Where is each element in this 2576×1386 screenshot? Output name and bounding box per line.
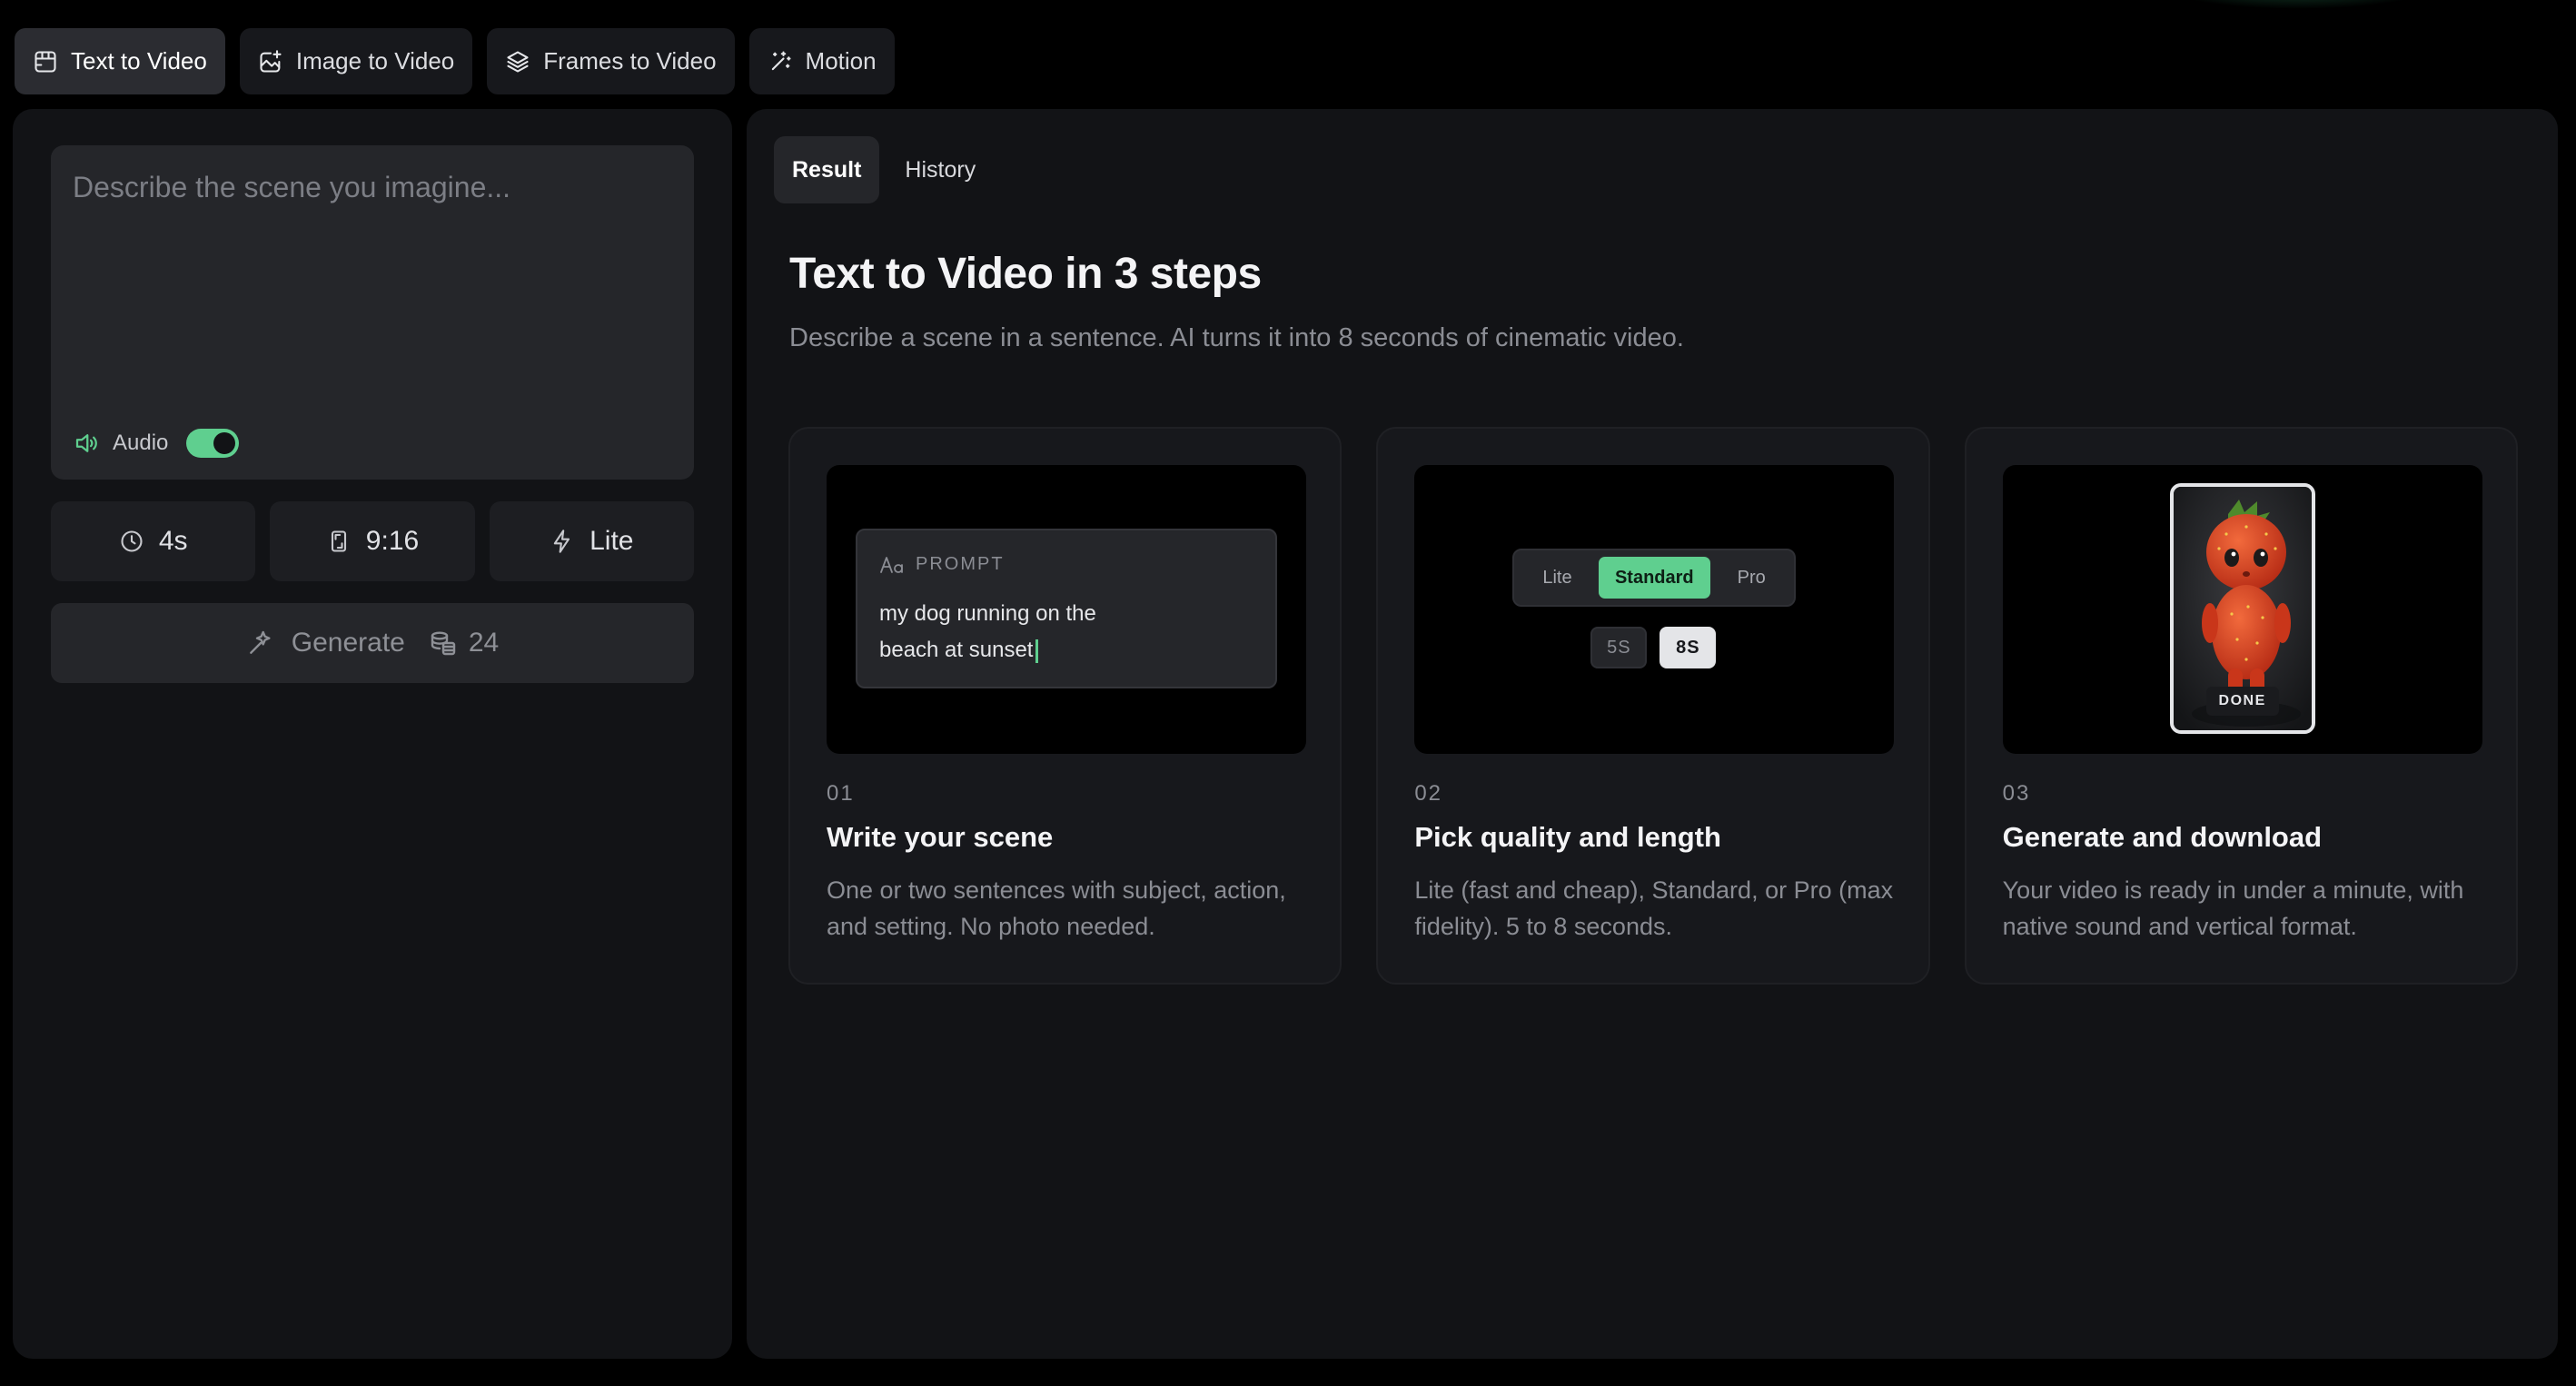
- step-number: 01: [827, 781, 855, 806]
- step-card-generate: DONE 03 Generate and download Your video…: [1964, 427, 2518, 985]
- prompt-input[interactable]: [73, 171, 672, 389]
- quality-option-pro: Pro: [1737, 567, 1766, 588]
- step-preview: DONE: [2002, 465, 2482, 754]
- tab-frames-to-video[interactable]: Frames to Video: [487, 28, 735, 94]
- tab-text-to-video[interactable]: Text to Video: [15, 28, 225, 94]
- done-badge: DONE: [2205, 687, 2279, 716]
- step-preview: PROMPT my dog running on the beach at su…: [827, 465, 1306, 754]
- clock-icon: [119, 529, 144, 554]
- tab-label: Image to Video: [295, 47, 455, 74]
- mode-tabs: Text to Video Image to Video Frames to V…: [15, 28, 895, 94]
- tab-label: Text to Video: [71, 47, 207, 74]
- quality-segmented-control: Lite Standard Pro: [1512, 549, 1797, 607]
- audio-toggle[interactable]: [186, 429, 240, 458]
- duration-value: 4s: [158, 526, 188, 556]
- length-options: 5S 8S: [1590, 627, 1717, 668]
- lightning-icon: [550, 529, 575, 554]
- prompt-preview-label: PROMPT: [879, 554, 1005, 575]
- step-number: 03: [2002, 781, 2031, 806]
- composer-panel: Audio 4s 9:16: [13, 109, 732, 1359]
- step-description: Lite (fast and cheap), Standard, or Pro …: [1414, 876, 1894, 940]
- quality-option-lite: Lite: [1542, 567, 1572, 588]
- prompt-preview-text: my dog running on the beach at sunset: [879, 596, 1152, 668]
- generate-button[interactable]: Generate 24: [51, 603, 694, 683]
- phone-preview: DONE: [2169, 483, 2315, 734]
- page-subtitle: Describe a scene in a sentence. AI turns…: [789, 323, 1684, 352]
- tab-label: Frames to Video: [543, 47, 717, 74]
- speaker-icon: [73, 430, 100, 457]
- step-title: Pick quality and length: [1414, 821, 1721, 853]
- text-caret: [1035, 639, 1039, 663]
- step-description: Your video is ready in under a minute, w…: [2002, 876, 2464, 940]
- prompt-sample: my dog running on the beach at sunset: [879, 601, 1096, 662]
- aspect-ratio-button[interactable]: 9:16: [270, 501, 475, 581]
- tab-label: Motion: [805, 47, 877, 74]
- prompt-box: Audio: [51, 145, 694, 480]
- length-option-8s: 8S: [1660, 627, 1717, 668]
- step-card-quality: Lite Standard Pro 5S 8S 02 Pick quality …: [1376, 427, 1930, 985]
- film-icon: [33, 49, 58, 74]
- step-card-write: PROMPT my dog running on the beach at su…: [788, 427, 1342, 985]
- audio-label: Audio: [113, 431, 169, 455]
- image-plus-icon: [258, 49, 283, 74]
- page-title: Text to Video in 3 steps: [789, 250, 1262, 298]
- tab-history[interactable]: History: [887, 136, 994, 203]
- layers-icon: [505, 49, 530, 74]
- duration-button[interactable]: 4s: [51, 501, 256, 581]
- magic-wand-icon: [768, 49, 793, 74]
- tab-motion[interactable]: Motion: [748, 28, 895, 94]
- quality-value: Lite: [590, 526, 634, 556]
- step-title: Generate and download: [2002, 821, 2323, 853]
- sparkle-icon: [246, 629, 275, 658]
- step-preview: Lite Standard Pro 5S 8S: [1414, 465, 1895, 754]
- options-row: 4s 9:16 Lite: [51, 501, 694, 581]
- audio-row: Audio: [73, 429, 240, 458]
- step-title: Write your scene: [827, 821, 1054, 853]
- generate-label: Generate: [291, 628, 405, 658]
- credits-value: 24: [468, 628, 500, 658]
- length-option-5s: 5S: [1590, 627, 1648, 668]
- prompt-preview: PROMPT my dog running on the beach at su…: [856, 529, 1277, 688]
- view-tabs: Result History: [774, 136, 994, 203]
- steps: PROMPT my dog running on the beach at su…: [788, 427, 2518, 985]
- step-number: 02: [1414, 781, 1443, 806]
- aspect-ratio-icon: [326, 529, 352, 554]
- credits: 24: [429, 628, 499, 658]
- aspect-ratio-value: 9:16: [365, 526, 420, 556]
- result-panel: Result History Text to Video in 3 steps …: [747, 109, 2558, 1359]
- step-description: One or two sentences with subject, actio…: [827, 876, 1286, 940]
- toggle-knob: [213, 432, 236, 454]
- text-style-icon: [879, 555, 905, 575]
- top-glow: [2162, 0, 2434, 9]
- tab-result[interactable]: Result: [774, 136, 880, 203]
- coins-icon: [429, 629, 458, 658]
- quality-option-standard: Standard: [1598, 557, 1711, 599]
- prompt-label-text: PROMPT: [916, 554, 1005, 574]
- tab-image-to-video[interactable]: Image to Video: [239, 28, 473, 94]
- quality-button[interactable]: Lite: [489, 501, 694, 581]
